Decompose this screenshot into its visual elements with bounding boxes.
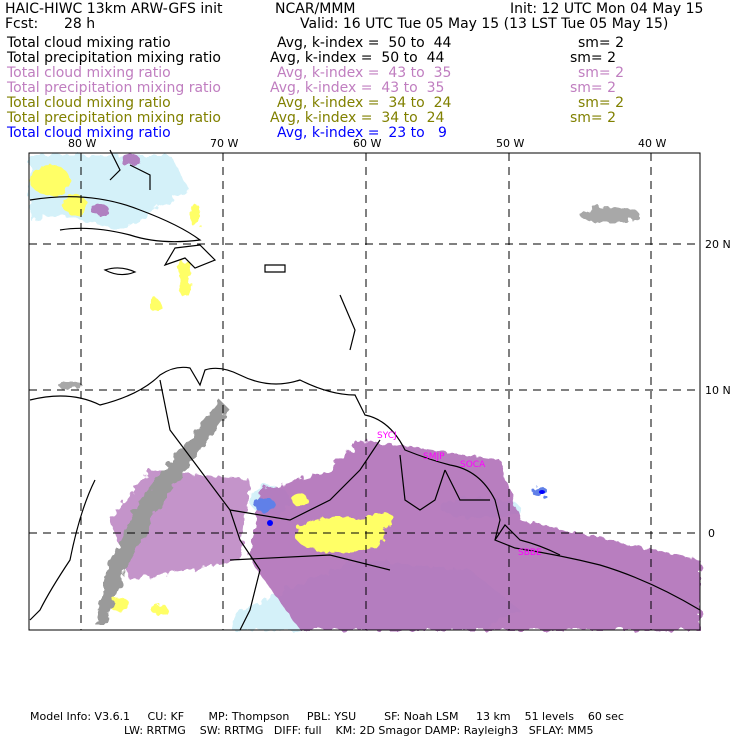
lat-label: 10 N	[705, 384, 731, 397]
lat-label: 0	[708, 527, 715, 540]
station-label: SMJP	[423, 452, 445, 462]
longitude-labels: 80 W 70 W 60 W 50 W 40 W	[68, 137, 666, 150]
intense-cloud-cell	[267, 520, 273, 526]
lon-label: 80 W	[68, 137, 96, 150]
station-label: SBBE	[518, 548, 542, 558]
cloud-shading	[30, 154, 700, 630]
lat-label: 20 N	[705, 238, 731, 251]
lon-label: 60 W	[353, 137, 381, 150]
lon-label: 50 W	[496, 137, 524, 150]
intense-cloud-cell	[539, 490, 545, 494]
model-info-line-1: Model Info: V3.6.1 CU: KF MP: Thompson P…	[30, 710, 624, 723]
station-label: SOCA	[460, 460, 486, 470]
lon-label: 40 W	[638, 137, 666, 150]
lon-label: 70 W	[210, 137, 238, 150]
latitude-labels: 20 N 10 N 0	[705, 238, 731, 540]
forecast-map: 80 W 70 W 60 W 50 W 40 W 20 N 10 N 0 SYC…	[28, 137, 731, 631]
model-info-line-2: LW: RRTMG SW: RRTMG DIFF: full KM: 2D Sm…	[124, 724, 594, 737]
station-label: SYCJ	[377, 431, 397, 441]
